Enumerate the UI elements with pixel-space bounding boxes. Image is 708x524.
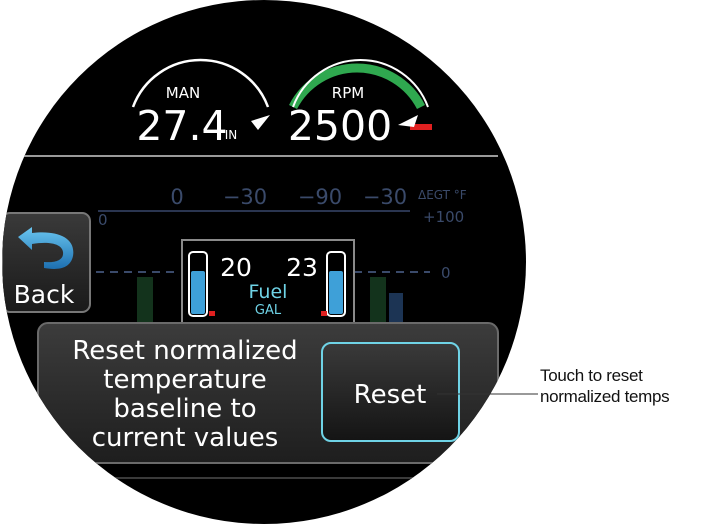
- fuel-low-right: [321, 311, 327, 316]
- fuel-unit: GAL: [255, 303, 282, 318]
- round-display: MAN 27.4 IN RPM 2500 0 −30 −90 −30 ΔEGT …: [2, 0, 526, 524]
- egt-scale-top: +100: [423, 208, 464, 226]
- dialog-message-line-1: Reset normalized: [72, 336, 297, 366]
- rpm-label: RPM: [332, 84, 364, 102]
- callout-annotation: Touch to reset normalized temps: [540, 365, 705, 407]
- fuel-panel: 20 23 Fuel GAL: [181, 239, 355, 325]
- egt-value-3: −90: [298, 185, 342, 209]
- dialog-message-line-2: temperature: [103, 365, 266, 395]
- callout-line-2: normalized temps: [540, 387, 670, 406]
- egt-left-scale-top: 0: [98, 211, 108, 229]
- dialog-message-line-3: baseline to: [113, 394, 256, 424]
- back-label: Back: [14, 280, 75, 309]
- display-illustration: MAN 27.4 IN RPM 2500 0 −30 −90 −30 ΔEGT …: [2, 0, 538, 524]
- back-button[interactable]: Back: [2, 212, 91, 313]
- egt-bar-1: [137, 277, 153, 323]
- fuel-left-value: 20: [220, 253, 252, 282]
- egt-bar-4: [370, 277, 386, 323]
- egt-unit-label: ΔEGT °F: [418, 188, 467, 202]
- egt-scale-mid: 0: [441, 264, 451, 282]
- egt-value-2: −30: [223, 185, 267, 209]
- reset-dialog: Reset normalized temperature baseline to…: [37, 322, 499, 464]
- fuel-level-right: [329, 271, 343, 314]
- man-value: 27.4: [136, 102, 227, 150]
- fuel-right-value: 23: [286, 253, 318, 282]
- reset-button-label: Reset: [354, 380, 427, 410]
- egt-value-1: 0: [170, 185, 183, 209]
- callout-line-1: Touch to reset: [540, 366, 643, 385]
- man-unit: IN: [225, 128, 238, 142]
- reset-button[interactable]: Reset: [321, 342, 460, 442]
- fuel-level-left: [191, 271, 205, 314]
- fuel-low-left: [209, 311, 215, 316]
- dialog-message-line-4: current values: [92, 423, 279, 453]
- egt-value-4: −30: [363, 185, 407, 209]
- rpm-value: 2500: [288, 102, 392, 150]
- fuel-label: Fuel: [249, 281, 288, 303]
- egt-bar-4b: [389, 293, 403, 323]
- man-label: MAN: [166, 84, 200, 102]
